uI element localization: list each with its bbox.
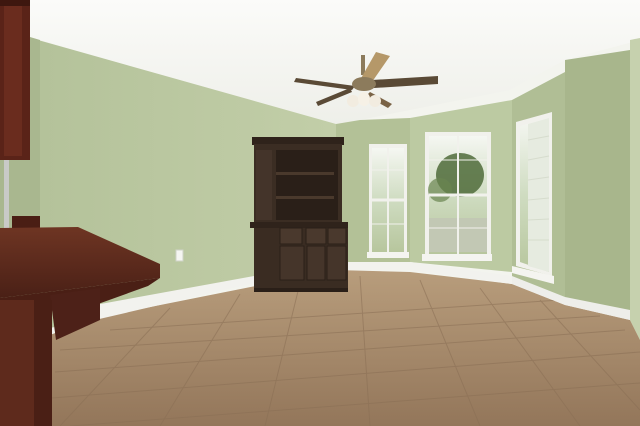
window-center — [422, 132, 492, 261]
room-photo — [0, 0, 640, 426]
left-cabinet — [0, 0, 30, 160]
hutch-cabinet — [250, 137, 348, 292]
window-right — [512, 112, 554, 284]
right-wall — [565, 50, 630, 315]
baseboard-back — [348, 262, 410, 270]
right-wall-edge — [630, 38, 640, 340]
room-illustration — [0, 0, 640, 426]
wall-outlet — [175, 249, 184, 262]
window-left — [367, 144, 409, 258]
